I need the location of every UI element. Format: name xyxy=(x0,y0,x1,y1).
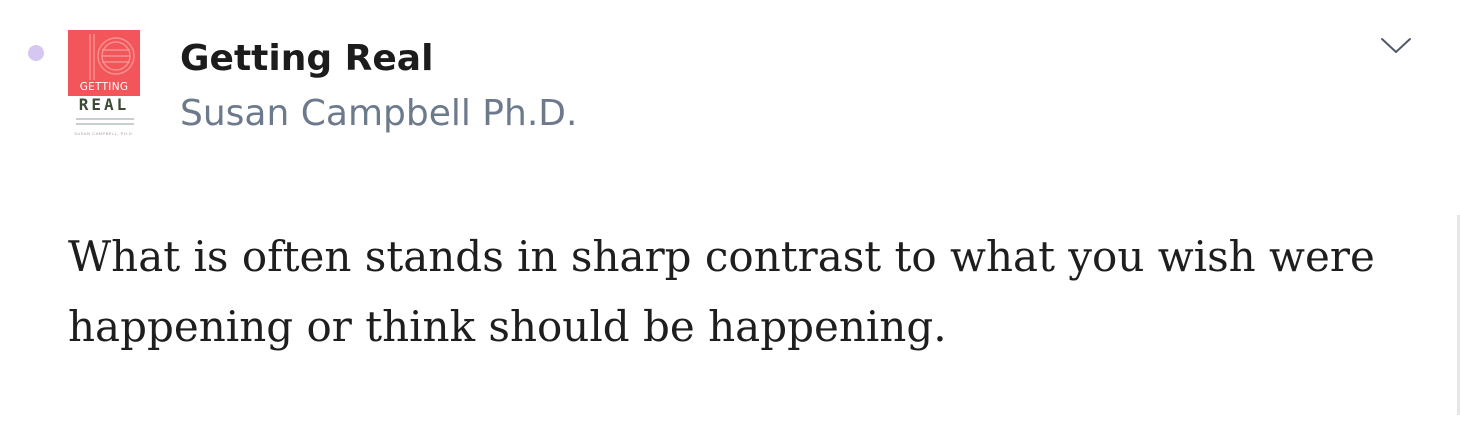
cover-real-text: REAL xyxy=(78,95,130,114)
highlight-quote: What is often stands in sharp contrast t… xyxy=(68,232,1375,351)
cover-getting-text: GETTING xyxy=(79,81,129,93)
cover-author-text: SUSAN CAMPBELL, PH.D. xyxy=(74,131,134,136)
cover-subtitle-lines xyxy=(76,118,134,128)
highlight-card: GETTING REAL SUSAN CAMPBELL, PH.D. Getti… xyxy=(0,0,1460,446)
book-title[interactable]: Getting Real xyxy=(180,36,433,82)
book-author: Susan Campbell Ph.D. xyxy=(180,93,578,134)
book-cover[interactable]: GETTING REAL SUSAN CAMPBELL, PH.D. xyxy=(68,30,140,142)
chevron-down-icon xyxy=(1381,38,1411,53)
unread-dot-icon xyxy=(28,45,44,61)
expand-button[interactable] xyxy=(1374,30,1418,62)
